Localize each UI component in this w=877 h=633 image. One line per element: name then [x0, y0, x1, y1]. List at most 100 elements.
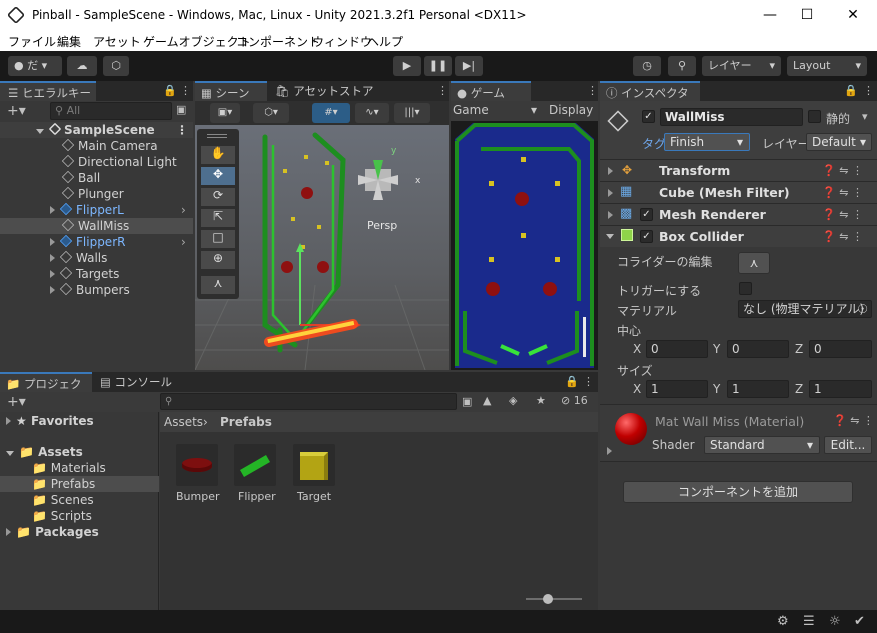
size-z-input[interactable]: 1	[809, 380, 872, 398]
hierarchy-item-bumpers[interactable]: Bumpers	[0, 282, 130, 298]
center-x-input[interactable]: 0	[646, 340, 708, 358]
breadcrumb-prefabs[interactable]: Prefabs	[220, 415, 272, 429]
check-icon[interactable]: ✔	[854, 614, 865, 629]
edit-collider-button[interactable]: ⋏	[738, 252, 770, 274]
scene-root-item[interactable]: SampleScene ⋮	[0, 122, 193, 138]
hidden-packages-toggle[interactable]: ⊘ 16	[561, 394, 588, 407]
mesh-renderer-checkbox[interactable]: ✓	[640, 208, 653, 221]
scale-tool-icon[interactable]: ⇱	[201, 209, 235, 227]
menu-gameobject[interactable]: ゲームオブジェクト	[143, 33, 251, 50]
draw-mode-dropdown[interactable]: ▣▾	[210, 103, 240, 123]
shading-dropdown[interactable]: ⬡▾	[253, 103, 289, 123]
menu-help[interactable]: ヘルプ	[367, 33, 403, 50]
search-icon[interactable]: ⚲	[668, 56, 696, 76]
size-y-input[interactable]: 1	[727, 380, 789, 398]
component-menu-icons[interactable]: ❓ ⇋ ⋮	[822, 208, 863, 221]
hierarchy-item-targets[interactable]: Targets	[0, 266, 119, 282]
breadcrumb-assets[interactable]: Assets	[164, 415, 203, 429]
component-menu-icons[interactable]: ❓ ⇋ ⋮	[822, 230, 863, 243]
snap-dropdown[interactable]: ∿▾	[355, 103, 389, 123]
search-options-icon[interactable]: ▣	[176, 103, 186, 116]
expand-icon[interactable]	[608, 167, 613, 175]
hierarchy-search-input[interactable]: ⚲ All	[50, 102, 172, 120]
add-button[interactable]: +▾	[7, 103, 26, 119]
more-icon[interactable]: ⋮	[863, 84, 874, 97]
hierarchy-item-walls[interactable]: Walls	[0, 250, 107, 266]
object-picker-icon[interactable]: ☉	[857, 301, 868, 317]
tree-item-materials[interactable]: 📁 Materials	[0, 460, 106, 476]
collapse-icon[interactable]	[606, 234, 614, 239]
display-dropdown[interactable]: Display	[549, 103, 593, 117]
debug-icon[interactable]: ⚙	[777, 614, 789, 629]
more-icon[interactable]: ⋮	[180, 84, 191, 97]
menu-component[interactable]: コンポーネント	[236, 33, 320, 50]
asset-item-target[interactable]: Target	[291, 444, 339, 504]
component-menu-icons[interactable]: ❓ ⇋ ⋮	[833, 414, 874, 427]
chevron-right-icon[interactable]: ›	[181, 234, 186, 250]
tab-game[interactable]: ● ゲーム	[451, 81, 531, 101]
layers-dropdown[interactable]: レイヤー ▾	[702, 56, 781, 76]
auto-generate-lighting-icon[interactable]: ☼	[829, 614, 841, 629]
project-search-input[interactable]: ⚲	[160, 393, 457, 410]
edit-collider-tool-icon[interactable]: ⋏	[201, 276, 235, 294]
hierarchy-item-plunger[interactable]: Plunger	[0, 186, 124, 202]
menu-file[interactable]: ファイル	[8, 33, 56, 50]
cache-icon[interactable]: ☰	[803, 614, 815, 629]
hierarchy-item-main-camera[interactable]: Main Camera	[0, 138, 158, 154]
add-button[interactable]: +▾	[7, 394, 26, 410]
expand-icon[interactable]	[607, 447, 612, 455]
more-icon[interactable]: ⋮	[437, 84, 448, 97]
cloud-icon[interactable]: ☁	[67, 56, 97, 76]
collab-icon[interactable]: ⬡	[103, 56, 129, 76]
rect-tool-icon[interactable]: □	[201, 230, 235, 248]
tab-scene[interactable]: ▦ シーン	[195, 81, 267, 101]
layout-dropdown[interactable]: Layout ▾	[787, 56, 867, 76]
expand-icon[interactable]	[608, 189, 613, 197]
center-z-input[interactable]: 0	[809, 340, 872, 358]
object-name-input[interactable]: WallMiss	[660, 108, 803, 126]
component-menu-icons[interactable]: ❓ ⇋ ⋮	[822, 164, 863, 177]
box-collider-checkbox[interactable]: ✓	[640, 230, 653, 243]
tab-hierarchy[interactable]: ☰ ヒエラルキー	[0, 81, 96, 101]
static-checkbox[interactable]	[808, 110, 821, 123]
favorite-star-icon[interactable]: ★	[536, 394, 546, 407]
close-button[interactable]: ✕	[838, 4, 868, 26]
minimize-button[interactable]: —	[755, 4, 785, 26]
tag-icon[interactable]: ◈	[509, 394, 517, 407]
hand-tool-icon[interactable]: ✋	[201, 146, 235, 164]
tree-item-scenes[interactable]: 📁 Scenes	[0, 492, 94, 508]
grid-snap-button[interactable]: #▾	[312, 103, 350, 123]
maximize-button[interactable]: ☐	[792, 4, 822, 26]
shader-edit-button[interactable]: Edit...	[824, 436, 872, 454]
tab-console[interactable]: ▤ コンソール	[94, 372, 174, 392]
hierarchy-item-flipperr[interactable]: FlipperR ›	[0, 234, 193, 250]
search-by-label-icon[interactable]: ▲	[483, 394, 491, 407]
center-y-input[interactable]: 0	[727, 340, 789, 358]
menu-assets[interactable]: アセット	[93, 33, 141, 50]
tree-item-prefabs[interactable]: 📁 Prefabs	[0, 476, 159, 492]
tree-item-scripts[interactable]: 📁 Scripts	[0, 508, 92, 524]
asset-item-bumper[interactable]: Bumper	[174, 444, 222, 504]
tab-asset-store[interactable]: 🛍 アセットストア	[269, 81, 379, 101]
hierarchy-item-wallmiss[interactable]: WallMiss	[0, 218, 193, 234]
size-x-input[interactable]: 1	[646, 380, 708, 398]
expand-icon[interactable]	[608, 211, 613, 219]
palette-handle[interactable]	[207, 134, 227, 138]
more-icon[interactable]: ⋮	[176, 122, 188, 138]
asset-item-flipper[interactable]: Flipper	[232, 444, 280, 504]
move-tool-icon[interactable]: ✥	[201, 167, 235, 185]
lock-icon[interactable]: 🔒	[163, 84, 177, 97]
zoom-slider[interactable]	[526, 594, 582, 604]
is-trigger-checkbox[interactable]	[739, 282, 752, 295]
component-menu-icons[interactable]: ❓ ⇋ ⋮	[822, 186, 863, 199]
component-mesh-filter[interactable]: ▦ Cube (Mesh Filter) ❓ ⇋ ⋮	[600, 181, 877, 203]
search-by-type-icon[interactable]: ▣	[462, 395, 472, 408]
active-checkbox[interactable]: ✓	[642, 110, 655, 123]
game-view-dropdown[interactable]: Game ▾	[453, 103, 539, 117]
tree-item-favorites[interactable]: ★ Favorites	[0, 413, 94, 429]
gizmos-dropdown[interactable]: |||▾	[394, 103, 430, 123]
tag-dropdown[interactable]: Finish ▾	[664, 133, 750, 151]
history-icon[interactable]: ◷	[633, 56, 661, 76]
tab-inspector[interactable]: ⓘ インスペクター	[600, 81, 700, 120]
lock-icon[interactable]: 🔒	[565, 375, 579, 388]
